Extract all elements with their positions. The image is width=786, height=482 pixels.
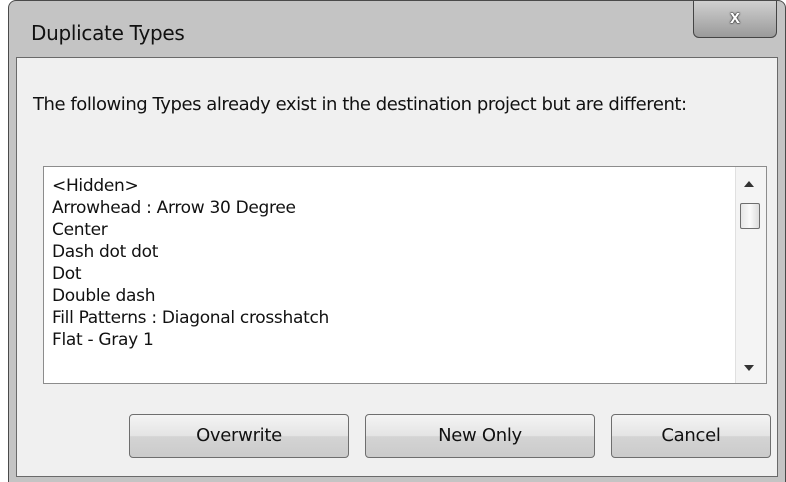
list-items: <Hidden> Arrowhead : Arrow 30 Degree Cen… <box>52 175 732 351</box>
scroll-down-arrow-icon[interactable] <box>744 365 754 371</box>
duplicate-types-list[interactable]: <Hidden> Arrowhead : Arrow 30 Degree Cen… <box>43 166 767 384</box>
dialog-body: The following Types already exist in the… <box>16 57 778 477</box>
dialog-message: The following Types already exist in the… <box>33 94 687 115</box>
list-item[interactable]: <Hidden> <box>52 175 732 197</box>
list-item[interactable]: Flat - Gray 1 <box>52 329 732 351</box>
list-item[interactable]: Double dash <box>52 285 732 307</box>
list-item[interactable]: Dash dot dot <box>52 241 732 263</box>
list-item[interactable]: Dot <box>52 263 732 285</box>
vertical-scrollbar[interactable] <box>735 167 766 383</box>
close-button[interactable]: x <box>693 1 777 38</box>
list-item[interactable]: Fill Patterns : Diagonal crosshatch <box>52 307 732 329</box>
list-item[interactable]: Arrowhead : Arrow 30 Degree <box>52 197 732 219</box>
new-only-button[interactable]: New Only <box>365 414 595 458</box>
cancel-button[interactable]: Cancel <box>611 414 771 458</box>
window-title: Duplicate Types <box>31 21 185 45</box>
scroll-up-arrow-icon[interactable] <box>744 181 754 187</box>
close-icon: x <box>729 7 740 27</box>
scrollbar-thumb[interactable] <box>740 203 760 229</box>
duplicate-types-dialog: Duplicate Types x The following Types al… <box>8 0 786 482</box>
list-item[interactable]: Center <box>52 219 732 241</box>
overwrite-button[interactable]: Overwrite <box>129 414 349 458</box>
